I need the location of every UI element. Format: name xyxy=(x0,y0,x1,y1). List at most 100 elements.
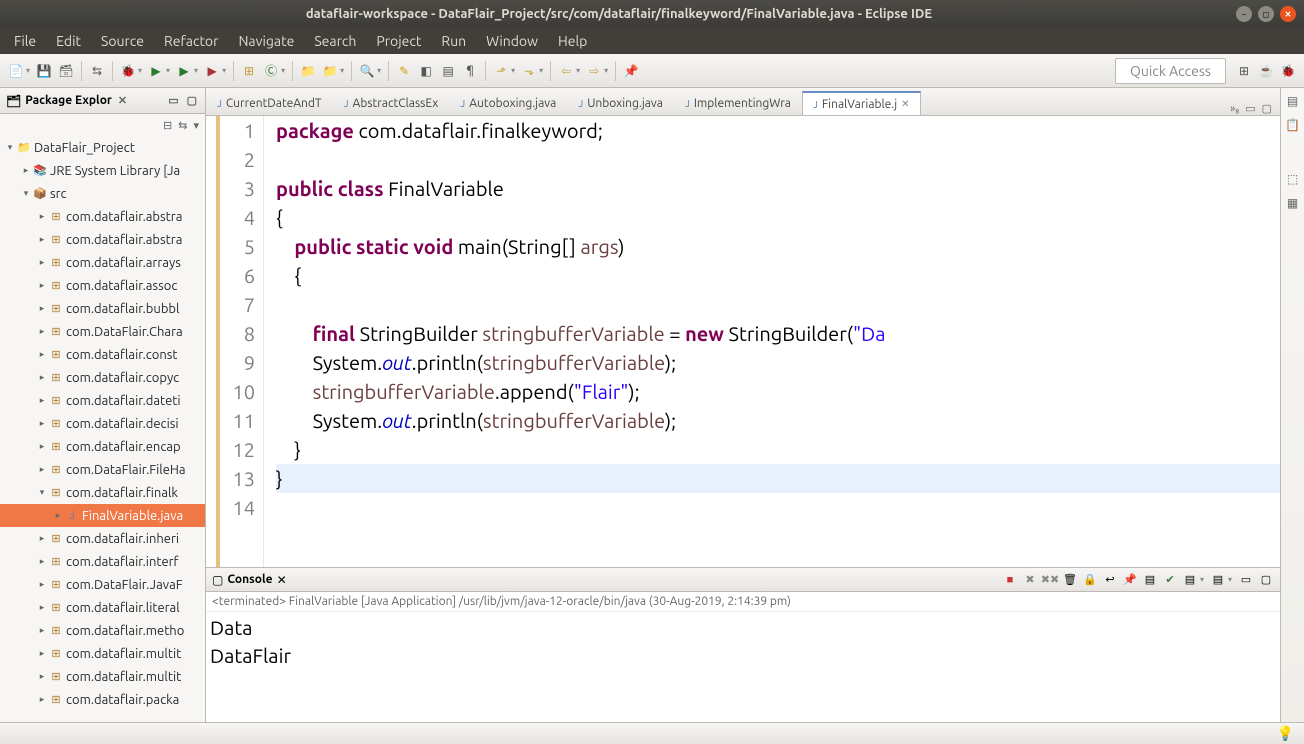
editor-tab[interactable]: JFinalVariable.j✕ xyxy=(802,91,921,115)
toggle-mark-icon[interactable]: ◧ xyxy=(416,61,436,81)
open-perspective-icon[interactable]: ⊞ xyxy=(1234,61,1254,81)
package-tree[interactable]: ▾📁DataFlair_Project▸📚JRE System Library … xyxy=(0,136,205,722)
new-class-icon[interactable]: Ⓒ xyxy=(261,61,281,81)
toggle-block-icon[interactable]: ▤ xyxy=(438,61,458,81)
close-tab-icon[interactable]: ✕ xyxy=(901,98,909,110)
tree-item[interactable]: ▸⊞com.dataflair.packa xyxy=(0,688,205,711)
menu-project[interactable]: Project xyxy=(368,30,429,52)
menu-refactor[interactable]: Refactor xyxy=(156,30,226,52)
dropdown-icon[interactable]: ▾ xyxy=(222,66,226,75)
tree-item[interactable]: ▸⊞com.DataFlair.Chara xyxy=(0,320,205,343)
new-console-icon[interactable]: ▤ xyxy=(1182,572,1198,588)
minimize-view-icon[interactable]: ▭ xyxy=(166,94,180,107)
display-console-icon[interactable]: ▤ xyxy=(1142,572,1158,588)
search-icon[interactable]: 🔍 xyxy=(357,61,377,81)
tip-bulb-icon[interactable]: 💡 xyxy=(1277,725,1294,742)
remove-all-icon[interactable]: ✖✖ xyxy=(1042,572,1058,588)
clear-console-icon[interactable]: 🗑 xyxy=(1062,572,1078,588)
task-list-icon[interactable]: 📋 xyxy=(1285,118,1300,132)
new-icon[interactable]: 📄 xyxy=(6,61,26,81)
dropdown-icon[interactable]: ▾ xyxy=(539,66,543,75)
annotation-prev-icon[interactable]: ⬏ xyxy=(491,61,511,81)
open-type-icon[interactable]: 📁 xyxy=(298,61,318,81)
editor-tab[interactable]: JCurrentDateAndT xyxy=(206,91,333,115)
tree-item[interactable]: ▸⊞com.dataflair.literal xyxy=(0,596,205,619)
tree-item[interactable]: ▾⊞com.dataflair.finalk xyxy=(0,481,205,504)
hierarchy-icon[interactable]: ⬚ xyxy=(1287,172,1298,186)
tree-item[interactable]: ▸⊞com.DataFlair.FileHa xyxy=(0,458,205,481)
menu-run[interactable]: Run xyxy=(433,30,474,52)
close-view-icon[interactable]: ✕ xyxy=(116,94,129,107)
menu-source[interactable]: Source xyxy=(93,30,152,52)
close-console-icon[interactable]: ✕ xyxy=(277,573,287,587)
ext-tools-icon[interactable]: ▶ xyxy=(202,61,222,81)
wand-icon[interactable]: ✎ xyxy=(394,61,414,81)
dropdown-icon[interactable]: ▾ xyxy=(377,66,381,75)
menu-edit[interactable]: Edit xyxy=(48,30,89,52)
menu-help[interactable]: Help xyxy=(550,30,595,52)
dropdown-icon[interactable]: ▾ xyxy=(604,66,608,75)
maximize-editor-icon[interactable]: ▢ xyxy=(1262,102,1272,115)
terminate-icon[interactable]: ■ xyxy=(1002,572,1018,588)
open-task-icon[interactable]: 📁 xyxy=(320,61,340,81)
open-console-icon[interactable]: ✔ xyxy=(1162,572,1178,588)
maximize-console-icon[interactable]: ▢ xyxy=(1258,572,1274,588)
code-editor[interactable]: 1234567891011121314 package com.dataflai… xyxy=(206,116,1280,567)
close-button[interactable]: ✕ xyxy=(1280,6,1296,22)
type-hierarchy-icon[interactable]: ▦ xyxy=(1287,196,1298,210)
word-wrap-icon[interactable]: ↩ xyxy=(1102,572,1118,588)
back-icon[interactable]: ⇦ xyxy=(556,61,576,81)
menu-navigate[interactable]: Navigate xyxy=(230,30,302,52)
dropdown-icon[interactable]: ▾ xyxy=(281,66,285,75)
tree-item[interactable]: ▸⊞com.dataflair.abstra xyxy=(0,228,205,251)
dropdown-icon[interactable]: ▾ xyxy=(1228,575,1232,584)
collapse-all-icon[interactable]: ⊟ xyxy=(163,119,172,132)
switch-icon[interactable]: ⇆ xyxy=(87,61,107,81)
tree-item[interactable]: ▸⊞com.dataflair.const xyxy=(0,343,205,366)
tree-item[interactable]: ▸📚JRE System Library [Ja xyxy=(0,159,205,182)
dropdown-icon[interactable]: ▾ xyxy=(194,66,198,75)
editor-tab[interactable]: JAutoboxing.java xyxy=(449,91,567,115)
debug-perspective-icon[interactable]: 🐞 xyxy=(1278,61,1298,81)
tree-item[interactable]: ▸JFinalVariable.java xyxy=(0,504,205,527)
editor-tab[interactable]: JUnboxing.java xyxy=(567,91,674,115)
tree-item[interactable]: ▸⊞com.DataFlair.JavaF xyxy=(0,573,205,596)
annotation-next-icon[interactable]: ⬎ xyxy=(519,61,539,81)
run-icon[interactable]: ▶ xyxy=(146,61,166,81)
minimize-console-icon[interactable]: ▭ xyxy=(1238,572,1254,588)
tree-item[interactable]: ▸⊞com.dataflair.decisi xyxy=(0,412,205,435)
menu-window[interactable]: Window xyxy=(478,30,546,52)
link-editor-icon[interactable]: ⇆ xyxy=(178,119,187,132)
menu-search[interactable]: Search xyxy=(306,30,364,52)
dropdown-icon[interactable]: ▾ xyxy=(340,66,344,75)
select-console-icon[interactable]: ▤ xyxy=(1210,572,1226,588)
dropdown-icon[interactable]: ▾ xyxy=(1200,575,1204,584)
dropdown-icon[interactable]: ▾ xyxy=(576,66,580,75)
pin-console-icon[interactable]: 📌 xyxy=(1122,572,1138,588)
editor-tab[interactable]: JImplementingWra xyxy=(674,91,802,115)
tree-item[interactable]: ▸⊞com.dataflair.encap xyxy=(0,435,205,458)
outline-icon[interactable]: ▤ xyxy=(1287,94,1298,108)
console-output[interactable]: DataDataFlair xyxy=(206,612,1280,722)
minimize-editor-icon[interactable]: ▭ xyxy=(1245,102,1255,115)
pin-icon[interactable]: 📌 xyxy=(621,61,641,81)
tree-item[interactable]: ▸⊞com.dataflair.multit xyxy=(0,665,205,688)
remove-launch-icon[interactable]: ✖ xyxy=(1022,572,1038,588)
dropdown-icon[interactable]: ▾ xyxy=(511,66,515,75)
editor-tab[interactable]: JAbstractClassEx xyxy=(333,91,450,115)
java-perspective-icon[interactable]: ☕ xyxy=(1256,61,1276,81)
scroll-lock-icon[interactable]: 🔒 xyxy=(1082,572,1098,588)
menu-file[interactable]: File xyxy=(6,30,44,52)
debug-icon[interactable]: 🐞 xyxy=(118,61,138,81)
forward-icon[interactable]: ⇨ xyxy=(584,61,604,81)
tree-item[interactable]: ▸⊞com.dataflair.assoc xyxy=(0,274,205,297)
view-menu-icon[interactable]: ▾ xyxy=(193,119,199,132)
tree-item[interactable]: ▸⊞com.dataflair.inheri xyxy=(0,527,205,550)
save-all-icon[interactable]: 🗃 xyxy=(56,61,76,81)
minimize-button[interactable]: – xyxy=(1236,6,1252,22)
dropdown-icon[interactable]: ▾ xyxy=(138,66,142,75)
tree-item[interactable]: ▸⊞com.dataflair.arrays xyxy=(0,251,205,274)
tree-item[interactable]: ▸⊞com.dataflair.abstra xyxy=(0,205,205,228)
tree-item[interactable]: ▾📁DataFlair_Project xyxy=(0,136,205,159)
new-package-icon[interactable]: ⊞ xyxy=(239,61,259,81)
